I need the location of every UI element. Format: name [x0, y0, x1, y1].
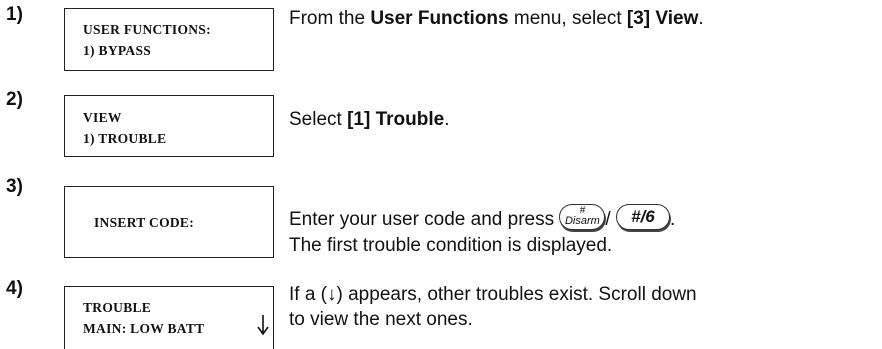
instruction-text: Enter your user code and press: [289, 209, 560, 231]
lcd-line-1: VIEW: [83, 110, 122, 125]
hash-key-label: #/6: [631, 207, 655, 226]
lcd-display-step-3: INSERT CODE:: [64, 186, 274, 258]
instruction-text: .: [444, 109, 450, 130]
step-1-instruction: From the User Functions menu, select [3]…: [289, 6, 704, 31]
step-3-number: 3): [6, 176, 23, 197]
down-arrow-icon: [257, 315, 269, 336]
instruction-text: From the: [289, 8, 371, 29]
step-4-instruction: If a (↓) appears, other troubles exist. …: [289, 282, 697, 332]
step-1-number: 1): [6, 4, 23, 25]
instruction-text: .: [669, 209, 676, 231]
step-4-number: 4): [6, 278, 23, 299]
instruction-text: menu, select: [508, 8, 627, 29]
step-4-instruction-line-1: If a (↓) appears, other troubles exist. …: [289, 284, 697, 305]
disarm-key-label: Disarm: [564, 215, 600, 227]
instruction-bold-option: [3] View: [626, 8, 699, 29]
lcd-line-2: 1) TROUBLE: [83, 131, 167, 146]
lcd-line-1: INSERT CODE:: [94, 215, 195, 230]
lcd-line-1: TROUBLE: [83, 300, 152, 315]
instruction-bold-menu: User Functions: [370, 8, 509, 29]
step-2-number: 2): [6, 89, 23, 110]
instruction-text: .: [698, 8, 704, 29]
instruction-separator: /: [605, 209, 616, 231]
step-3-instruction-line-2: The first trouble condition is displayed…: [289, 235, 613, 256]
hash-6-key-icon: #/6: [615, 204, 670, 230]
lcd-line-2: 1) BYPASS: [83, 43, 152, 58]
instruction-bold-option: [1] Trouble: [347, 109, 445, 130]
lcd-display-step-1: USER FUNCTIONS: 1) BYPASS: [64, 8, 274, 71]
lcd-display-step-4: TROUBLE MAIN: LOW BATT: [64, 286, 274, 349]
disarm-key-icon: # Disarm: [559, 204, 606, 230]
instruction-text: Select: [289, 109, 348, 130]
step-4-instruction-line-2: to view the next ones.: [289, 309, 473, 330]
step-3-instruction: Enter your user code and press # Disarm / …: [289, 204, 676, 258]
lcd-line-2: MAIN: LOW BATT: [83, 321, 205, 336]
step-3-instruction-line-1: Enter your user code and press # Disarm / …: [289, 204, 676, 233]
lcd-line-1: USER FUNCTIONS:: [83, 22, 211, 37]
lcd-display-step-2: VIEW 1) TROUBLE: [64, 95, 274, 157]
step-2-instruction: Select [1] Trouble.: [289, 107, 450, 132]
